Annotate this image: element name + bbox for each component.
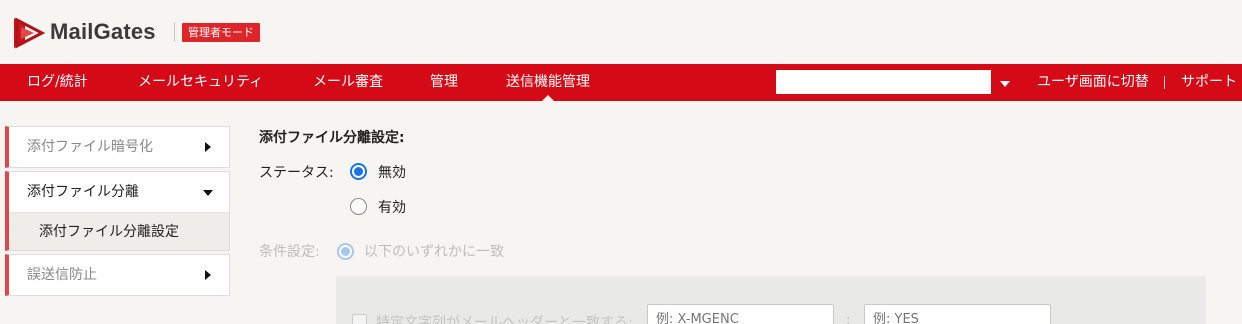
status-enabled-radio[interactable] xyxy=(350,198,367,215)
header-separator: : xyxy=(846,313,851,324)
sidebar-group-misdelivery-prevention: 誤送信防止 xyxy=(5,254,230,296)
search-dropdown-caret-icon[interactable] xyxy=(1000,81,1010,87)
sidebar-item-label: 誤送信防止 xyxy=(27,267,97,283)
switch-user-screen-link[interactable]: ユーザ画面に切替 xyxy=(1037,64,1149,101)
header-name-input[interactable] xyxy=(647,304,834,324)
status-disabled-radio[interactable] xyxy=(350,163,367,180)
main-navbar: ログ/統計 メールセキュリティ メール審査 管理 送信機能管理 ユーザ画面に切替… xyxy=(0,64,1242,101)
caret-down-icon xyxy=(203,190,213,196)
logo-text: MailGates xyxy=(50,19,156,44)
header-match-label: 特定文字列がメールヘッダーと一致する: xyxy=(376,315,633,324)
nav-item-mail-review[interactable]: メール審査 xyxy=(313,64,383,101)
nav-item-admin[interactable]: 管理 xyxy=(430,64,458,101)
condition-label: 条件設定: xyxy=(259,244,320,260)
support-link[interactable]: サポート xyxy=(1181,64,1237,101)
sidebar-group-attachment-encryption: 添付ファイル暗号化 xyxy=(5,126,230,168)
nav-item-log-stats[interactable]: ログ/統計 xyxy=(27,64,88,101)
condition-match-any-radio[interactable] xyxy=(337,243,354,260)
nav-divider xyxy=(1164,76,1165,89)
header-match-checkbox[interactable] xyxy=(352,314,367,324)
nav-item-mail-security[interactable]: メールセキュリティ xyxy=(138,64,263,101)
sidebar-item-label: 添付ファイル暗号化 xyxy=(27,139,153,155)
admin-mode-badge: 管理者モード xyxy=(182,23,260,42)
logo-divider xyxy=(174,22,175,42)
status-enabled-label[interactable]: 有効 xyxy=(378,197,406,217)
sidebar-item-attachment-separation[interactable]: 添付ファイル分離 xyxy=(9,172,229,212)
sidebar-item-attachment-encryption[interactable]: 添付ファイル暗号化 xyxy=(9,127,229,167)
sidebar-group-attachment-separation: 添付ファイル分離 添付ファイル分離設定 xyxy=(5,171,230,251)
sidebar-subitem-label: 添付ファイル分離設定 xyxy=(39,224,179,240)
sidebar-subitem-attachment-separation-settings[interactable]: 添付ファイル分離設定 xyxy=(9,212,229,250)
caret-right-icon xyxy=(205,142,211,152)
sidebar-item-label: 添付ファイル分離 xyxy=(27,184,139,200)
caret-right-icon xyxy=(205,270,211,280)
section-title: 添付ファイル分離設定: xyxy=(259,130,405,146)
header-value-input[interactable] xyxy=(864,304,1051,324)
sidebar-item-misdelivery-prevention[interactable]: 誤送信防止 xyxy=(9,255,229,295)
mailgates-logo-icon xyxy=(14,17,46,49)
app-header: MailGates 管理者モード xyxy=(0,0,1242,64)
condition-match-any-label[interactable]: 以下のいずれかに一致 xyxy=(364,241,504,261)
status-label: ステータス: xyxy=(259,165,334,181)
nav-item-send-function[interactable]: 送信機能管理 xyxy=(506,64,590,101)
search-input[interactable] xyxy=(776,70,991,94)
status-disabled-label[interactable]: 無効 xyxy=(378,162,406,182)
